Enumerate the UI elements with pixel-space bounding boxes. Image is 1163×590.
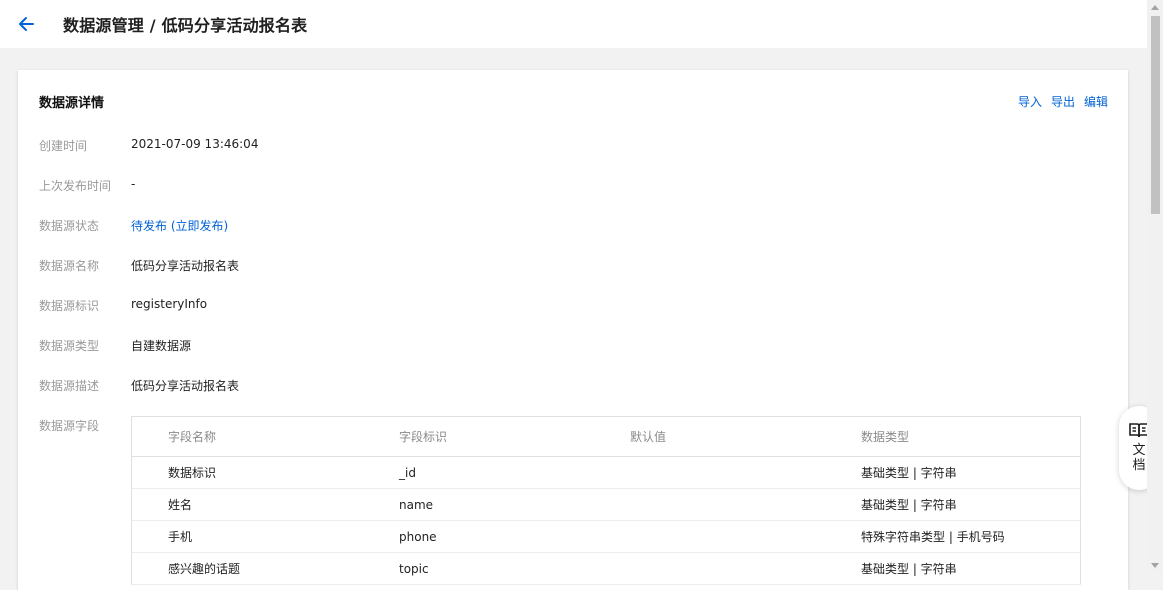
detail-row-fields: 数据源字段 — [39, 417, 131, 434]
publish-now-link[interactable]: 待发布 (立即发布) — [131, 217, 228, 234]
detail-value: - — [131, 177, 136, 191]
field-default-cell — [630, 552, 861, 585]
book-icon — [1129, 423, 1149, 438]
detail-row-type: 数据源类型 自建数据源 — [39, 337, 191, 354]
field-default-cell — [630, 488, 861, 521]
edit-link[interactable]: 编辑 — [1084, 93, 1108, 110]
field-name-cell: 数据标识 — [131, 456, 399, 489]
table-row: 手机 phone 特殊字符串类型 | 手机号码 — [131, 520, 1081, 553]
table-header-row: 字段名称 字段标识 默认值 数据类型 — [131, 416, 1081, 457]
back-arrow-icon[interactable] — [17, 14, 37, 34]
field-name-cell: 姓名 — [131, 488, 399, 521]
table-row: 感兴趣的话题 topic 基础类型 | 字符串 — [131, 552, 1081, 585]
field-id-cell: topic — [399, 552, 630, 585]
page-title: 数据源管理 / 低码分享活动报名表 — [63, 16, 308, 35]
field-type-cell: 基础类型 | 字符串 — [861, 456, 1081, 489]
card-title: 数据源详情 — [39, 96, 105, 111]
field-id-cell: phone — [399, 520, 630, 553]
detail-row-status: 数据源状态 待发布 (立即发布) — [39, 217, 228, 234]
detail-label: 数据源状态 — [39, 219, 100, 233]
detail-value: 低码分享活动报名表 — [131, 379, 240, 393]
fields-table: 字段名称 字段标识 默认值 数据类型 数据标识 _id 基础类型 | 字符串 姓… — [131, 416, 1081, 585]
field-type-cell: 基础类型 | 字符串 — [861, 552, 1081, 585]
detail-value: 低码分享活动报名表 — [131, 259, 240, 273]
detail-label: 数据源字段 — [39, 419, 100, 433]
docs-label: 文档 — [1132, 443, 1146, 473]
detail-label: 创建时间 — [39, 139, 88, 153]
scroll-thumb[interactable] — [1151, 16, 1160, 214]
scroll-down-arrow-icon[interactable] — [1151, 563, 1159, 568]
detail-label: 数据源类型 — [39, 339, 100, 353]
table-row: 姓名 name 基础类型 | 字符串 — [131, 488, 1081, 521]
detail-value: 2021-07-09 13:46:04 — [131, 137, 259, 151]
detail-row-last-published: 上次发布时间 - — [39, 177, 135, 194]
export-link[interactable]: 导出 — [1051, 93, 1075, 110]
vertical-scrollbar[interactable] — [1147, 0, 1163, 573]
detail-row-identifier: 数据源标识 registeryInfo — [39, 297, 207, 314]
detail-label: 上次发布时间 — [39, 179, 112, 193]
field-name-cell: 手机 — [131, 520, 399, 553]
field-type-cell: 特殊字符串类型 | 手机号码 — [861, 520, 1081, 553]
detail-value: 自建数据源 — [131, 339, 192, 353]
field-id-cell: _id — [399, 456, 630, 489]
field-id-cell: name — [399, 488, 630, 521]
card-actions: 导入 导出 编辑 — [1018, 93, 1108, 110]
field-default-cell — [630, 456, 861, 489]
detail-row-description: 数据源描述 低码分享活动报名表 — [39, 377, 239, 394]
column-header: 字段标识 — [399, 416, 630, 457]
column-header: 字段名称 — [131, 416, 399, 457]
table-row: 数据标识 _id 基础类型 | 字符串 — [131, 456, 1081, 489]
field-type-cell: 基础类型 | 字符串 — [861, 488, 1081, 521]
top-bar: 数据源管理 / 低码分享活动报名表 — [0, 0, 1147, 48]
detail-label: 数据源描述 — [39, 379, 100, 393]
import-link[interactable]: 导入 — [1018, 93, 1042, 110]
column-header: 数据类型 — [861, 416, 1081, 457]
detail-label: 数据源标识 — [39, 299, 100, 313]
field-default-cell — [630, 520, 861, 553]
detail-row-created: 创建时间 2021-07-09 13:46:04 — [39, 137, 258, 154]
field-name-cell: 感兴趣的话题 — [131, 552, 399, 585]
datasource-detail-card: 数据源详情 导入 导出 编辑 创建时间 2021-07-09 13:46:04 … — [18, 70, 1128, 590]
column-header: 默认值 — [630, 416, 861, 457]
detail-value: registeryInfo — [131, 297, 208, 311]
detail-row-name: 数据源名称 低码分享活动报名表 — [39, 257, 239, 274]
detail-label: 数据源名称 — [39, 259, 100, 273]
scroll-up-arrow-icon[interactable] — [1151, 5, 1159, 10]
